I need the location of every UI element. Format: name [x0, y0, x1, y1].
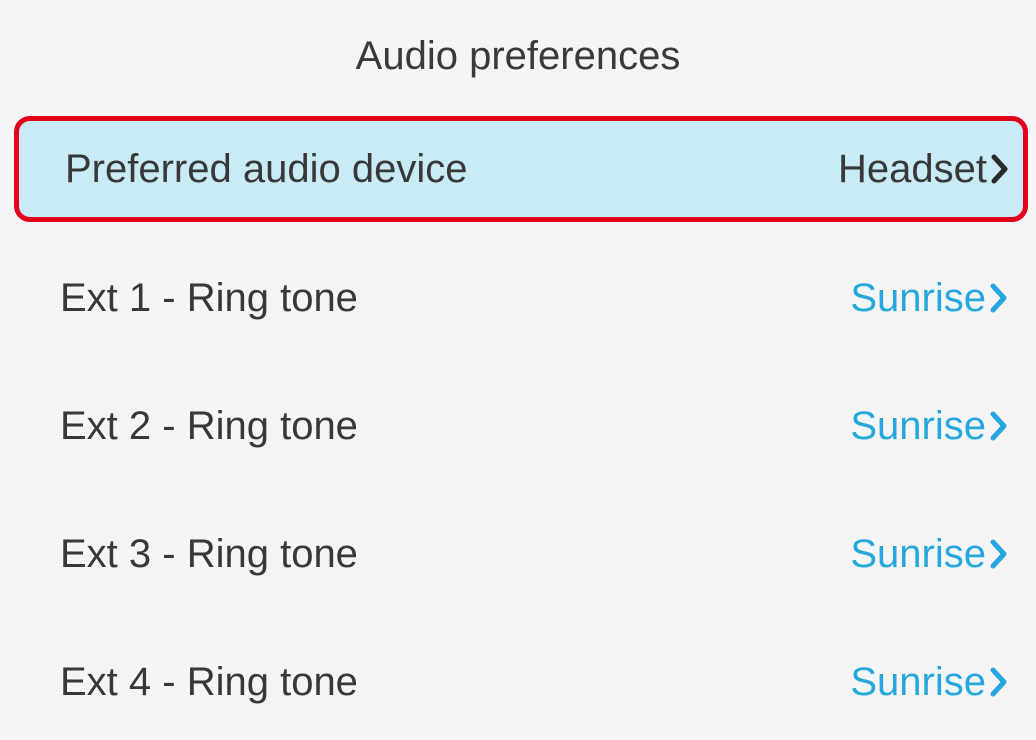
menu-item-value-text: Sunrise — [850, 403, 986, 448]
menu-item-preferred-audio-device[interactable]: Preferred audio device Headset — [14, 116, 1028, 222]
menu-item-label: Ext 1 - Ring tone — [60, 275, 358, 320]
menu-item-ext-2-ring-tone[interactable]: Ext 2 - Ring tone Sunrise — [0, 362, 1036, 490]
chevron-right-icon — [988, 662, 1010, 702]
menu-item-value: Sunrise — [850, 404, 1010, 449]
menu-item-value: Headset — [838, 147, 1011, 192]
menu-item-value-text: Sunrise — [850, 275, 986, 320]
menu-item-label: Ext 2 - Ring tone — [60, 403, 358, 448]
menu-item-value-text: Sunrise — [850, 659, 986, 704]
chevron-right-icon — [988, 406, 1010, 446]
menu-item-label: Preferred audio device — [65, 146, 468, 191]
page-title: Audio preferences — [355, 33, 681, 78]
chevron-right-icon — [988, 534, 1010, 574]
menu-item-value: Sunrise — [850, 660, 1010, 705]
menu-item-value: Sunrise — [850, 532, 1010, 577]
menu-item-ext-4-ring-tone[interactable]: Ext 4 - Ring tone Sunrise — [0, 618, 1036, 740]
menu-item-label: Ext 4 - Ring tone — [60, 659, 358, 704]
menu-item-value-text: Headset — [838, 146, 987, 191]
title-bar: Audio preferences — [0, 0, 1036, 110]
menu-item-value: Sunrise — [850, 276, 1010, 321]
menu-item-ext-1-ring-tone[interactable]: Ext 1 - Ring tone Sunrise — [0, 234, 1036, 362]
chevron-right-icon — [988, 278, 1010, 318]
chevron-right-icon — [989, 149, 1011, 189]
audio-preferences-list: Preferred audio device Headset Ext 1 - R… — [0, 116, 1036, 740]
menu-item-ext-3-ring-tone[interactable]: Ext 3 - Ring tone Sunrise — [0, 490, 1036, 618]
menu-item-label: Ext 3 - Ring tone — [60, 531, 358, 576]
menu-item-value-text: Sunrise — [850, 531, 986, 576]
audio-preferences-screen: Audio preferences Preferred audio device… — [0, 0, 1036, 740]
